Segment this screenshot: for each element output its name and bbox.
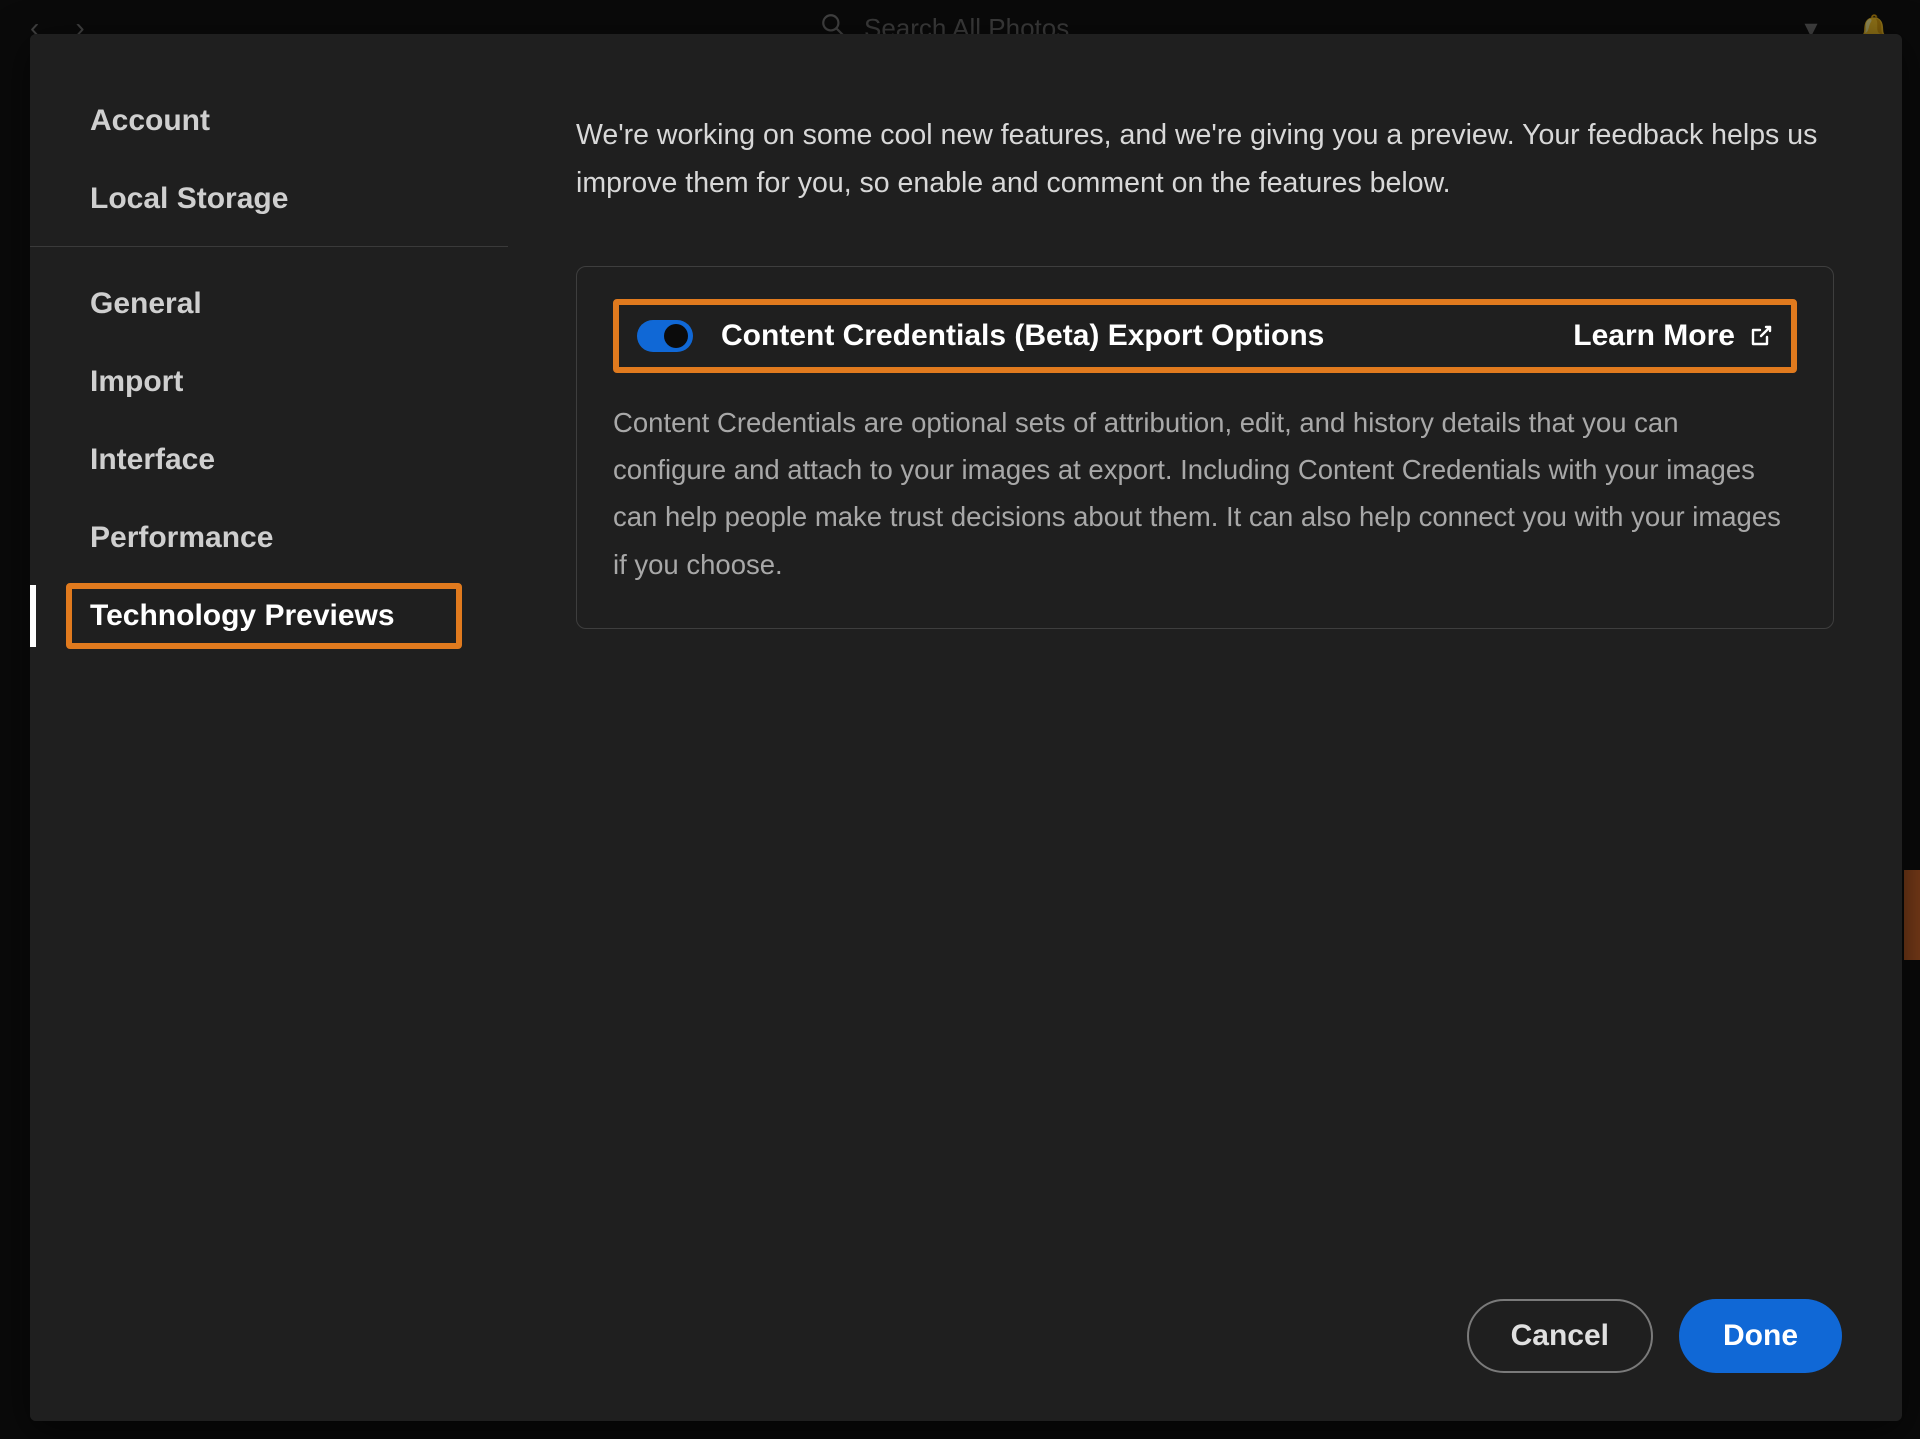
sidebar-item-account[interactable]: Account <box>30 82 508 160</box>
learn-more-link[interactable]: Learn More <box>1573 319 1773 353</box>
sidebar-item-label: Local Storage <box>90 182 288 215</box>
done-button[interactable]: Done <box>1679 1299 1842 1373</box>
sidebar-item-local-storage[interactable]: Local Storage <box>30 160 508 238</box>
feature-title: Content Credentials (Beta) Export Option… <box>721 319 1324 353</box>
sidebar-item-label: General <box>90 287 202 320</box>
sidebar-item-label: Technology Previews <box>90 599 395 632</box>
sidebar-item-label: Interface <box>90 443 215 476</box>
right-accent-indicator <box>1904 870 1920 960</box>
external-link-icon <box>1749 324 1773 348</box>
sidebar-divider <box>30 246 508 247</box>
sidebar-item-label: Performance <box>90 521 273 554</box>
cancel-button[interactable]: Cancel <box>1467 1299 1653 1373</box>
sidebar-item-import[interactable]: Import <box>30 343 508 421</box>
technology-previews-intro: We're working on some cool new features,… <box>576 112 1834 208</box>
preferences-content: We're working on some cool new features,… <box>508 34 1902 1421</box>
content-credentials-toggle[interactable] <box>637 320 693 352</box>
feature-description: Content Credentials are optional sets of… <box>613 399 1797 588</box>
dialog-footer-buttons: Cancel Done <box>1467 1299 1842 1373</box>
preferences-sidebar: Account Local Storage General Import Int… <box>30 34 508 1421</box>
sidebar-item-interface[interactable]: Interface <box>30 421 508 499</box>
sidebar-item-general[interactable]: General <box>30 265 508 343</box>
learn-more-label: Learn More <box>1573 319 1735 353</box>
preferences-dialog: Account Local Storage General Import Int… <box>30 34 1902 1421</box>
sidebar-item-label: Import <box>90 365 183 398</box>
feature-header-row: Content Credentials (Beta) Export Option… <box>613 299 1797 373</box>
sidebar-item-technology-previews[interactable]: Technology Previews <box>30 577 508 655</box>
sidebar-item-performance[interactable]: Performance <box>30 499 508 577</box>
feature-card-content-credentials: Content Credentials (Beta) Export Option… <box>576 266 1834 629</box>
sidebar-item-label: Account <box>90 104 210 137</box>
